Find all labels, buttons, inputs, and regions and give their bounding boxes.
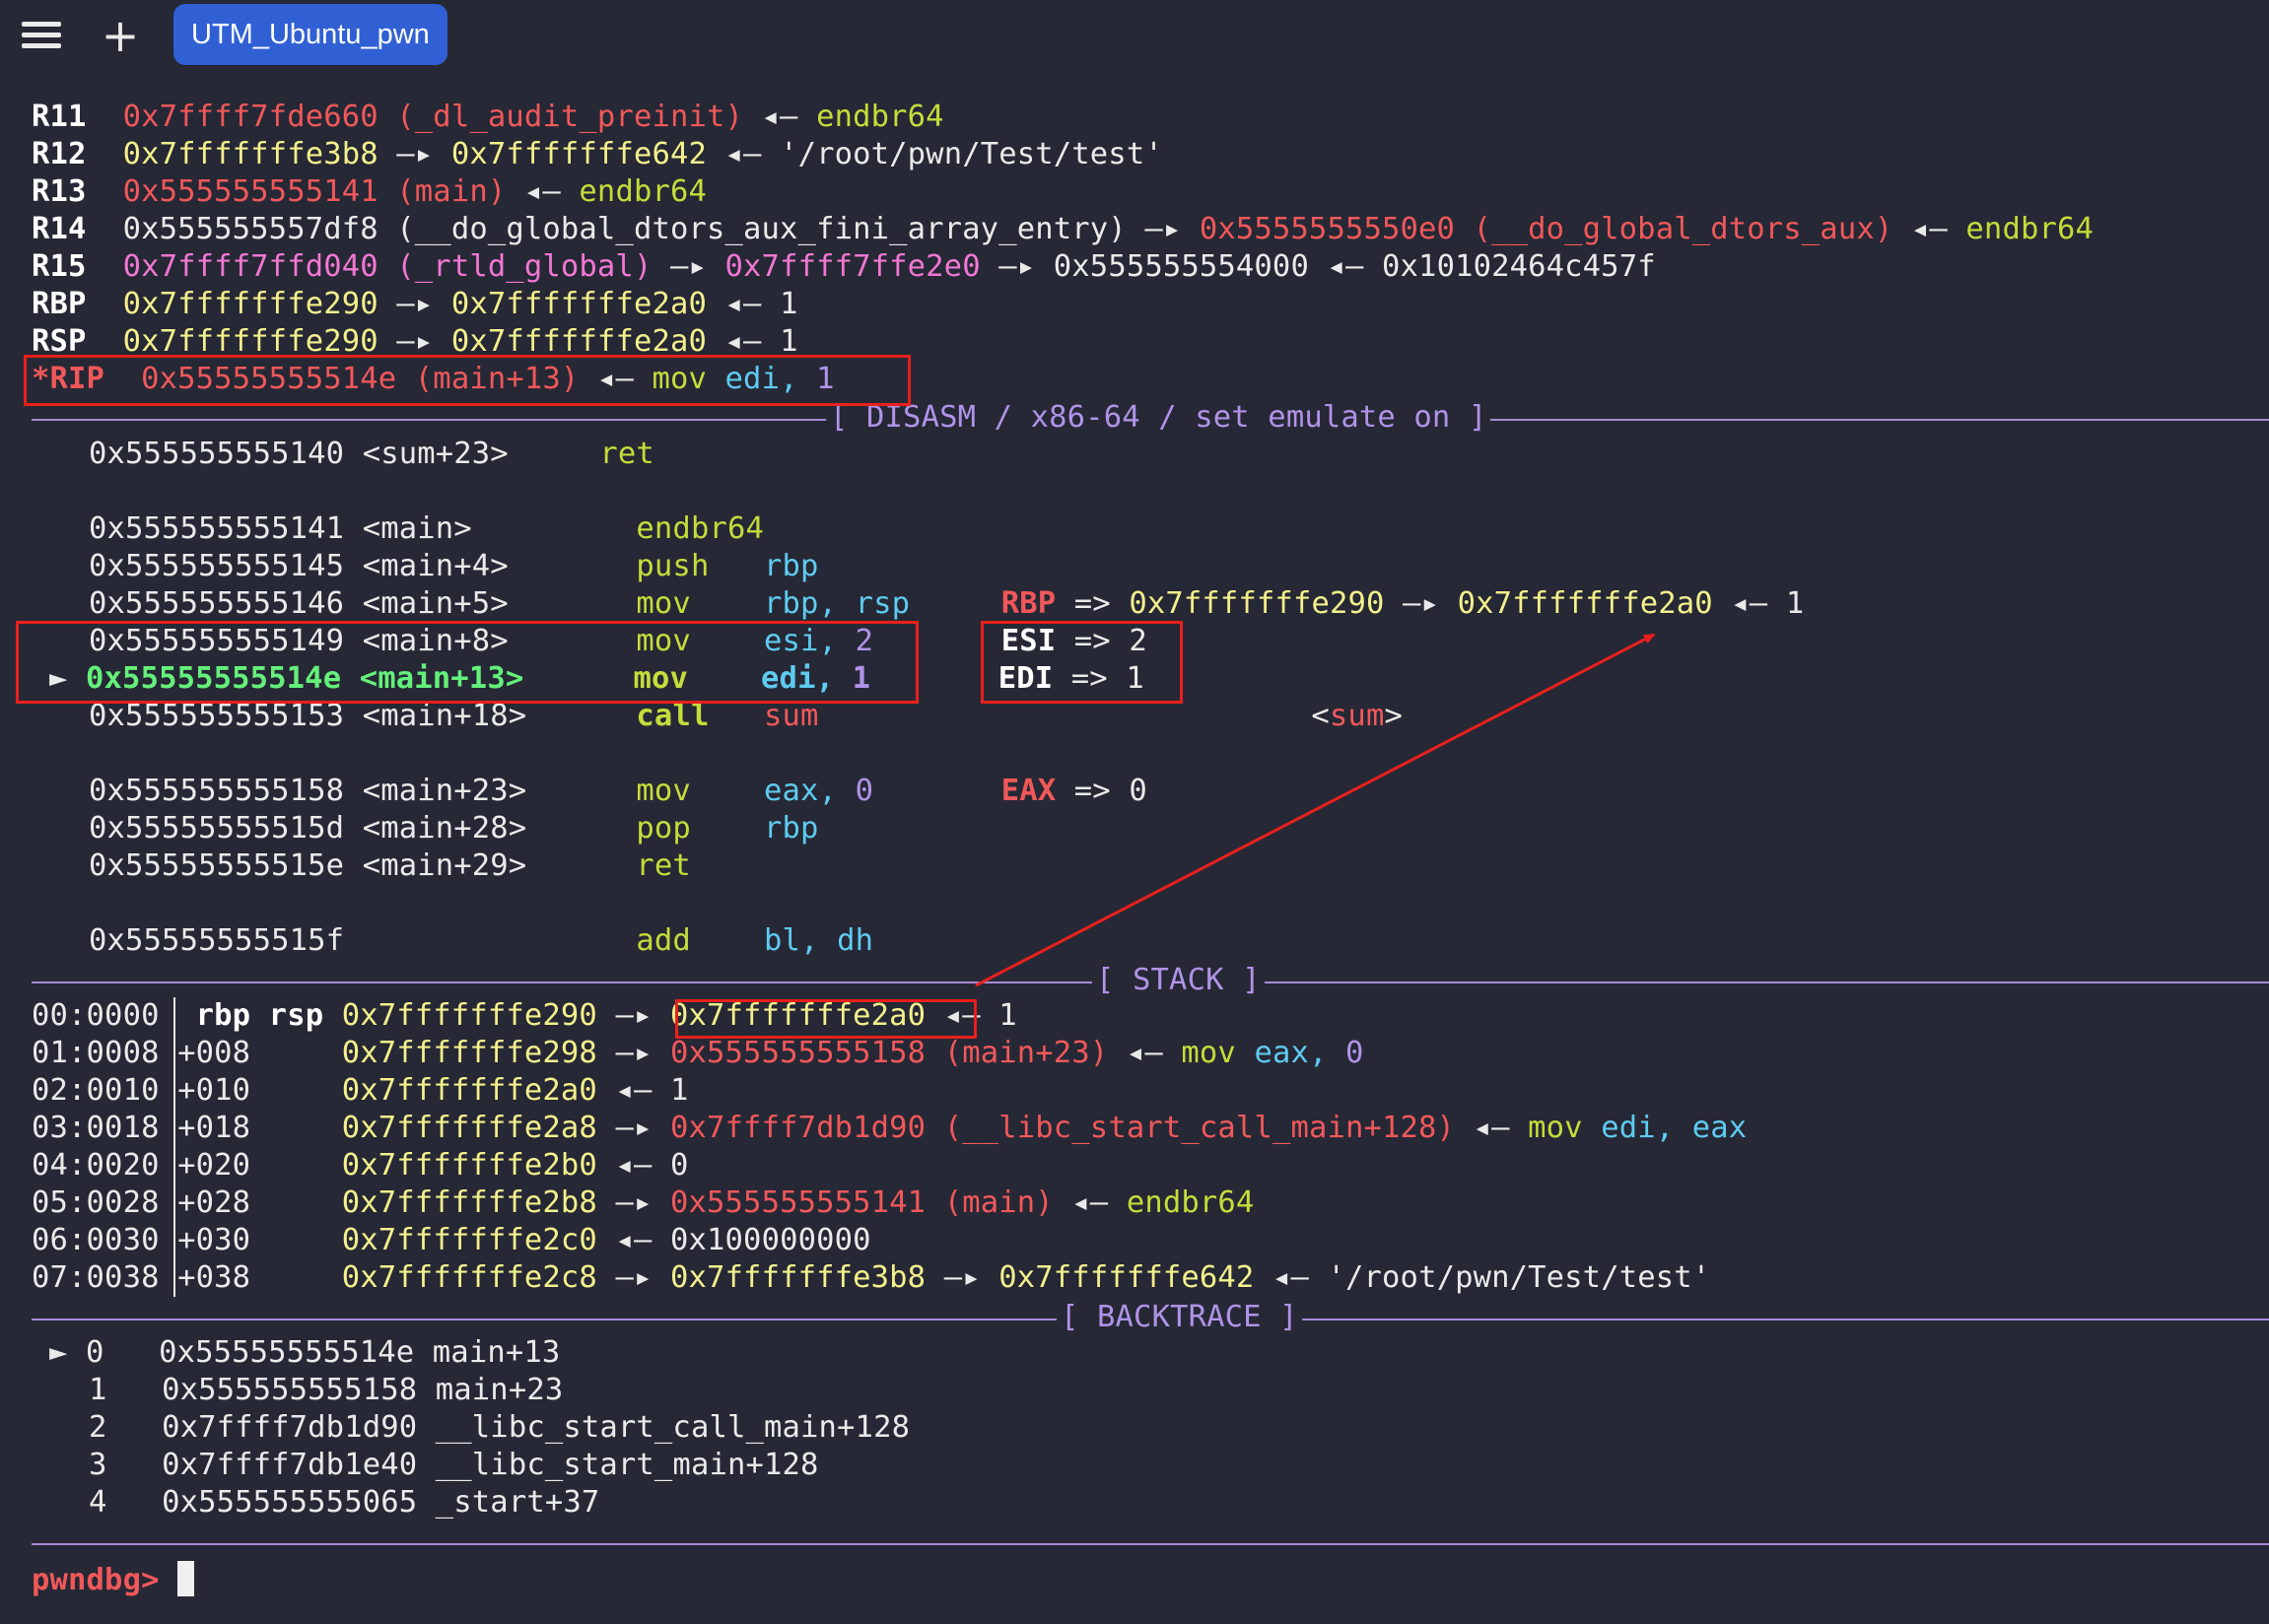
annotation-arrow — [975, 633, 1656, 987]
